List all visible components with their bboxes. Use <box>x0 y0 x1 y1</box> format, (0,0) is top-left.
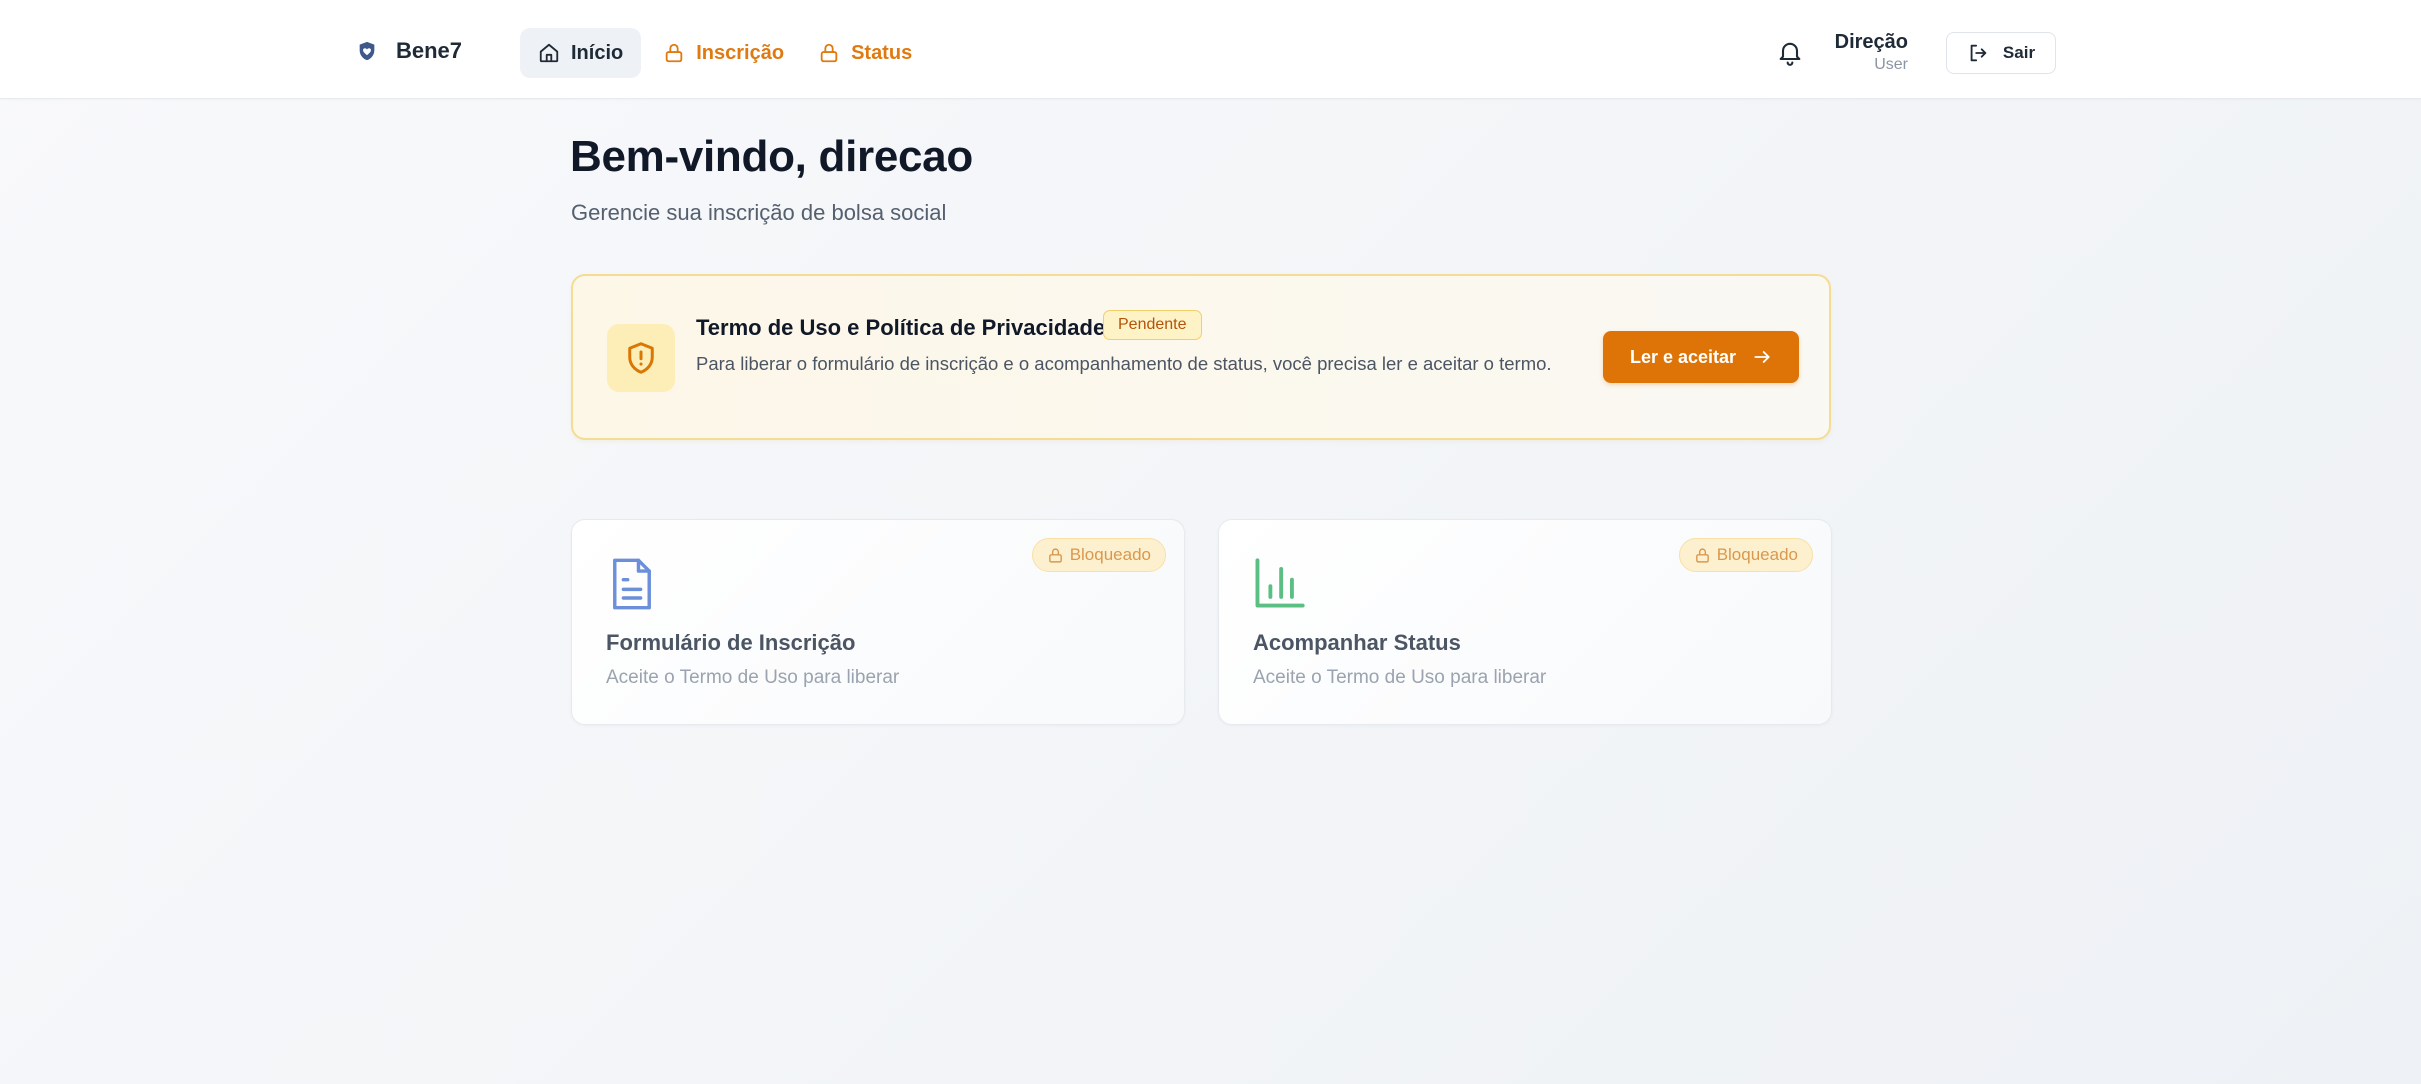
brand[interactable]: Bene7 <box>356 38 462 64</box>
page-subtitle: Gerencie sua inscrição de bolsa social <box>571 200 947 225</box>
nav-item-inscricao[interactable]: Inscrição <box>651 28 796 78</box>
document-icon <box>613 558 651 610</box>
logout-button[interactable]: Sair <box>1946 32 2056 74</box>
terms-banner: Termo de Uso e Política de Privacidade P… <box>571 274 1831 440</box>
logout-icon <box>1970 44 1987 62</box>
status-badge: Pendente <box>1103 310 1202 340</box>
card-acompanhar-status[interactable]: Bloqueado Acompanhar Status Aceite o Ter… <box>1218 519 1832 725</box>
locked-badge-label: Bloqueado <box>1716 545 1798 564</box>
arrow-right-icon <box>1754 351 1770 363</box>
user-name: Direção <box>1834 31 1908 53</box>
lock-icon <box>665 43 683 63</box>
read-accept-label: Ler e aceitar <box>1629 346 1737 367</box>
card-title: Formulário de Inscrição <box>606 630 856 655</box>
nav-item-label: Inscrição <box>696 41 785 64</box>
shield-alert-icon <box>607 324 675 392</box>
terms-title: Termo de Uso e Política de Privacidade <box>696 315 1106 340</box>
notification-bell-icon[interactable] <box>1776 38 1804 66</box>
top-navbar: Bene7 Início Inscrição Status Direção Us… <box>0 0 2421 99</box>
nav-item-status[interactable]: Status <box>806 28 924 78</box>
card-subtitle: Aceite o Termo de Uso para liberar <box>1253 667 1547 688</box>
card-formulario-inscricao[interactable]: Bloqueado Formulário de Inscrição Aceite… <box>571 519 1185 725</box>
bar-chart-icon <box>1255 558 1305 608</box>
user-info: Direção User <box>1835 30 1908 76</box>
card-subtitle: Aceite o Termo de Uso para liberar <box>606 667 900 688</box>
lock-icon <box>820 43 838 63</box>
card-title: Acompanhar Status <box>1253 630 1461 655</box>
locked-badge-label: Bloqueado <box>1069 545 1151 564</box>
lock-icon <box>1048 547 1062 563</box>
user-role: User <box>1874 56 1908 73</box>
nav-item-label: Início <box>571 41 624 64</box>
home-icon <box>539 43 559 63</box>
page-title: Bem-vindo, direcao <box>570 132 973 181</box>
heart-shield-logo-icon <box>359 41 375 61</box>
nav-item-inicio[interactable]: Início <box>520 28 642 78</box>
read-accept-button[interactable]: Ler e aceitar <box>1603 331 1799 383</box>
main-nav: Início Inscrição Status <box>520 28 924 78</box>
nav-item-label: Status <box>851 41 913 64</box>
logout-label: Sair <box>2002 43 2036 62</box>
lock-icon <box>1695 547 1709 563</box>
locked-badge: Bloqueado <box>1678 538 1813 572</box>
terms-description: Para liberar o formulário de inscrição e… <box>696 353 1552 374</box>
locked-badge: Bloqueado <box>1031 538 1166 572</box>
brand-name: Bene7 <box>396 38 463 63</box>
